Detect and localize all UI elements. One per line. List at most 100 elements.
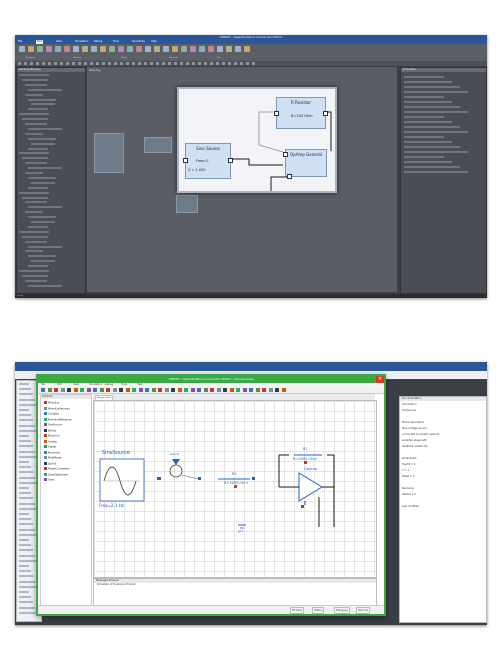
property-row[interactable] bbox=[404, 121, 452, 123]
tree-row[interactable] bbox=[19, 487, 29, 489]
tree-row[interactable] bbox=[28, 167, 62, 170]
toolbar-icon[interactable] bbox=[114, 62, 117, 65]
tree-row[interactable] bbox=[28, 176, 56, 179]
toolbar-icon[interactable] bbox=[268, 388, 273, 392]
library-item[interactable]: Complex bbox=[44, 412, 59, 416]
property-row[interactable] bbox=[404, 161, 452, 163]
property-row[interactable] bbox=[404, 106, 460, 108]
toolbar-icon[interactable] bbox=[171, 388, 175, 392]
top-dim-block-3[interactable] bbox=[176, 195, 198, 213]
toolbar-icon[interactable] bbox=[120, 62, 123, 65]
toolbar-icon[interactable] bbox=[150, 62, 153, 65]
toolbar-icon[interactable] bbox=[236, 388, 240, 392]
ribbon-button-icon[interactable] bbox=[244, 46, 250, 52]
tree-row[interactable] bbox=[25, 123, 47, 125]
ribbon-button-icon[interactable] bbox=[172, 46, 178, 52]
tree-row[interactable] bbox=[19, 570, 31, 573]
toolbar-icon[interactable] bbox=[78, 62, 81, 65]
tree-row[interactable] bbox=[19, 513, 29, 515]
property-row[interactable] bbox=[404, 91, 468, 93]
tree-row[interactable] bbox=[19, 518, 31, 521]
tree-row[interactable] bbox=[19, 409, 29, 411]
toolbar-icon[interactable] bbox=[60, 388, 65, 392]
ribbon-button-icon[interactable] bbox=[118, 46, 124, 52]
ribbon-button-icon[interactable] bbox=[181, 46, 187, 52]
toolbar-icon[interactable] bbox=[275, 388, 279, 392]
tree-row[interactable] bbox=[25, 279, 47, 282]
toolbar-icon[interactable] bbox=[164, 388, 169, 392]
toolbar-icon[interactable] bbox=[242, 388, 247, 392]
library-item[interactable]: Spice3 bbox=[44, 461, 56, 466]
toolbar-icon[interactable] bbox=[197, 388, 201, 392]
toolbar-icon[interactable] bbox=[184, 388, 188, 392]
property-row[interactable] bbox=[404, 96, 444, 98]
toolbar-icon[interactable] bbox=[54, 62, 57, 65]
tree-row[interactable] bbox=[25, 132, 43, 135]
tree-row[interactable] bbox=[19, 398, 35, 401]
property-row[interactable] bbox=[404, 156, 444, 158]
toolbar-icon[interactable] bbox=[24, 62, 27, 65]
tree-row[interactable] bbox=[22, 118, 48, 121]
perspective-button-welcome[interactable]: Welcome bbox=[356, 607, 371, 614]
tree-row[interactable] bbox=[19, 393, 33, 396]
toolbar-icon[interactable] bbox=[144, 62, 147, 65]
ribbon-button-icon[interactable] bbox=[235, 46, 241, 52]
ribbon-button-icon[interactable] bbox=[55, 46, 61, 52]
property-row[interactable] bbox=[404, 116, 444, 118]
library-item[interactable]: Modelica bbox=[44, 401, 59, 405]
toolbar-icon[interactable] bbox=[67, 388, 71, 392]
tree-row[interactable] bbox=[19, 466, 31, 469]
toolbar-icon[interactable] bbox=[42, 62, 45, 65]
toolbar-icon[interactable] bbox=[210, 388, 214, 392]
tree-row[interactable] bbox=[19, 230, 49, 233]
tree-row[interactable] bbox=[28, 206, 62, 209]
toolbar-icon[interactable] bbox=[145, 388, 149, 392]
toolbar-icon[interactable] bbox=[162, 62, 165, 65]
tree-row[interactable] bbox=[19, 74, 49, 76]
library-item[interactable]: ModelicaReference bbox=[44, 417, 72, 422]
tree-row[interactable] bbox=[28, 127, 62, 130]
toolbar-icon[interactable] bbox=[73, 388, 78, 392]
tree-row[interactable] bbox=[19, 585, 37, 588]
property-row[interactable] bbox=[404, 111, 468, 113]
ribbon-button-icon[interactable] bbox=[109, 46, 115, 52]
toolbar-icon[interactable] bbox=[138, 62, 141, 65]
tree-row[interactable] bbox=[28, 147, 48, 150]
tree-row[interactable] bbox=[19, 435, 29, 437]
toolbar-icon[interactable] bbox=[60, 62, 63, 65]
tree-row[interactable] bbox=[25, 201, 47, 204]
ribbon-button-icon[interactable] bbox=[100, 46, 106, 52]
property-row[interactable] bbox=[404, 136, 444, 138]
tree-row[interactable] bbox=[28, 186, 48, 189]
toolbar-icon[interactable] bbox=[177, 388, 182, 392]
tree-row[interactable] bbox=[19, 403, 37, 406]
toolbar-icon[interactable] bbox=[240, 62, 243, 65]
tree-row[interactable] bbox=[31, 142, 55, 145]
tree-row[interactable] bbox=[19, 471, 33, 474]
toolbar-icon[interactable] bbox=[108, 62, 111, 65]
toolbar-icon[interactable] bbox=[138, 388, 143, 392]
tree-row[interactable] bbox=[31, 103, 55, 106]
toolbar-icon[interactable] bbox=[216, 388, 221, 392]
library-item[interactable]: Analog bbox=[44, 439, 57, 444]
library-item[interactable]: PowerConverters bbox=[44, 467, 69, 471]
ribbon-button-icon[interactable] bbox=[199, 46, 205, 52]
toolbar-icon[interactable] bbox=[126, 62, 129, 65]
tree-row[interactable] bbox=[19, 429, 37, 432]
ribbon-button-icon[interactable] bbox=[217, 46, 223, 52]
tree-row[interactable] bbox=[19, 549, 33, 552]
tree-row[interactable] bbox=[28, 245, 62, 248]
toolbar-icon[interactable] bbox=[252, 62, 255, 65]
tree-row[interactable] bbox=[19, 440, 31, 443]
property-row[interactable] bbox=[404, 171, 468, 173]
toolbar-icon[interactable] bbox=[156, 62, 159, 65]
toolbar-icon[interactable] bbox=[119, 388, 123, 392]
library-item[interactable]: Digital bbox=[44, 445, 56, 449]
top-dim-block-1[interactable] bbox=[94, 133, 124, 173]
tree-row[interactable] bbox=[19, 455, 37, 458]
library-item[interactable]: ModelicaServices bbox=[44, 406, 70, 411]
tree-row[interactable] bbox=[28, 137, 56, 140]
tree-row[interactable] bbox=[31, 221, 55, 223]
tree-row[interactable] bbox=[19, 596, 31, 599]
toolbar-icon[interactable] bbox=[18, 62, 21, 65]
